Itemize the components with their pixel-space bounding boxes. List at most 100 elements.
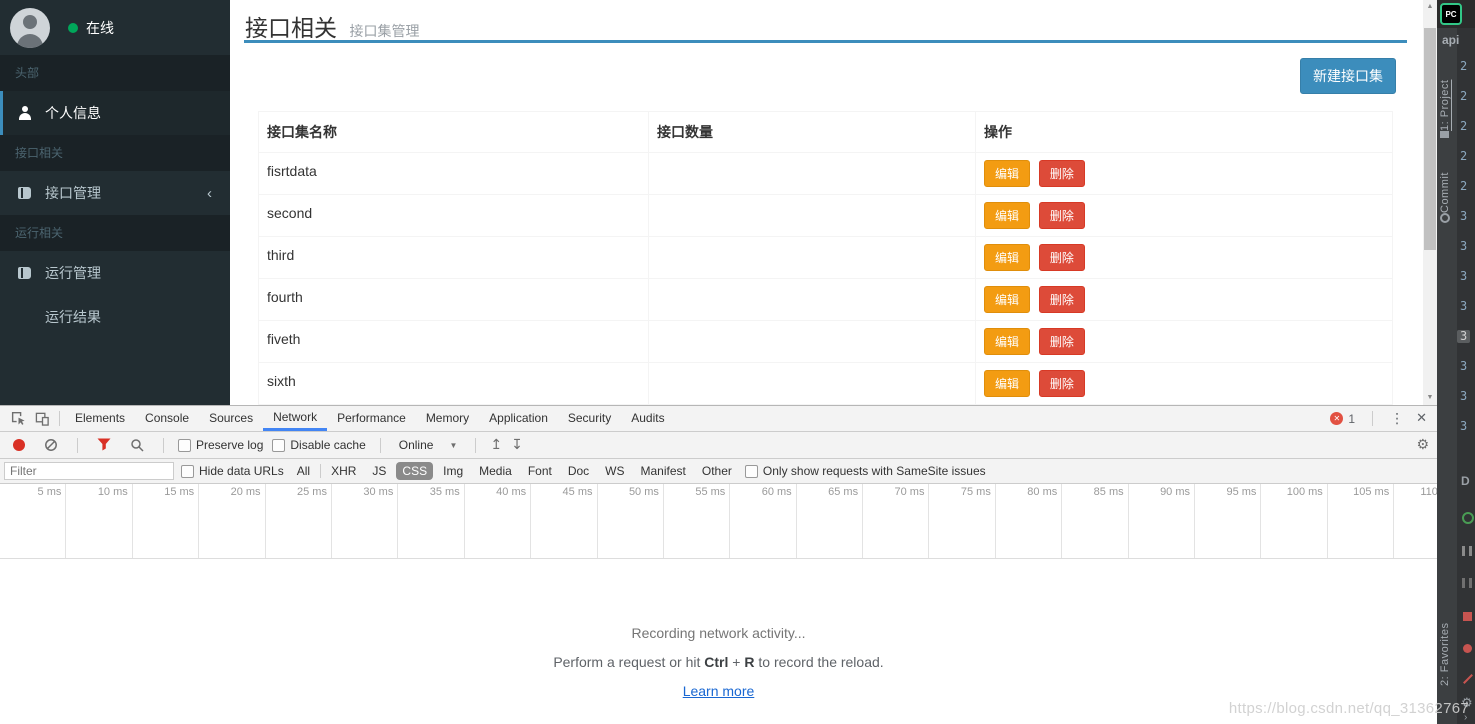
line-number: 3 [1460, 390, 1470, 403]
divider [59, 411, 60, 426]
export-har-icon[interactable]: ↧ [511, 437, 523, 453]
edit-button[interactable]: 编辑 [984, 286, 1030, 313]
pause-dim-icon[interactable] [1462, 578, 1472, 588]
devtools-tab[interactable]: Security [558, 406, 621, 431]
preserve-log-checkbox[interactable]: Preserve log [178, 438, 263, 452]
timeline-tick: 60 ms [730, 484, 796, 558]
divider [163, 438, 164, 453]
line-number: 2 [1460, 150, 1470, 163]
stop-icon[interactable] [1463, 612, 1472, 621]
sidebar-item-run-results[interactable]: 运行结果 [0, 295, 230, 339]
filter-type-pill[interactable]: All [291, 462, 316, 480]
filter-type-pill[interactable]: Other [696, 462, 738, 480]
filter-type-pill[interactable]: XHR [325, 462, 362, 480]
hide-data-urls-checkbox[interactable]: Hide data URLs [181, 464, 284, 478]
timeline-tick: 55 ms [664, 484, 730, 558]
page-title: 接口相关 [245, 15, 337, 41]
table-header-actions: 操作 [976, 112, 1392, 153]
filter-input[interactable] [4, 462, 174, 480]
samesite-checkbox[interactable]: Only show requests with SameSite issues [745, 464, 986, 478]
cell-set-name: fisrtdata [259, 153, 649, 195]
sidebar-item-profile[interactable]: 个人信息 [0, 91, 230, 135]
delete-button[interactable]: 删除 [1039, 160, 1085, 187]
cell-set-count [649, 195, 976, 237]
fiveth: fiveth 编辑 删除 [259, 321, 1392, 363]
pause-icon[interactable] [1462, 546, 1472, 556]
line-number: 3 [1460, 210, 1470, 223]
devtools-tab[interactable]: Console [135, 406, 199, 431]
sidebar-header-run: 运行相关 [0, 215, 230, 251]
import-har-icon[interactable]: ↥ [490, 437, 502, 453]
devtools-tab[interactable]: Memory [416, 406, 479, 431]
sidebar-item-api-management[interactable]: 接口管理 ‹ [0, 171, 230, 215]
cell-actions: 编辑 删除 [976, 195, 1392, 237]
edit-button[interactable]: 编辑 [984, 244, 1030, 271]
delete-button[interactable]: 删除 [1039, 202, 1085, 229]
filter-type-pill[interactable]: JS [366, 462, 392, 480]
error-icon: ✕ [1330, 412, 1343, 425]
ide-tab-favorites[interactable]: 2: Favorites [1439, 560, 1451, 686]
filter-type-pill[interactable]: Manifest [635, 462, 692, 480]
search-icon[interactable] [125, 438, 149, 453]
filter-icon[interactable] [92, 438, 116, 452]
new-interface-set-button[interactable]: 新建接口集 [1300, 58, 1396, 94]
record-button[interactable] [13, 439, 25, 451]
timeline-tick: 50 ms [598, 484, 664, 558]
rerun-icon[interactable] [1462, 512, 1474, 524]
scrollbar-thumb[interactable] [1424, 28, 1436, 250]
sidebar-header-top: 头部 [0, 55, 230, 91]
chevron-left-icon: ‹ [207, 185, 212, 202]
devtools-menu-icon[interactable]: ⋮ [1390, 411, 1404, 427]
error-badge[interactable]: ✕ 1 [1330, 412, 1355, 426]
timeline-tick: 45 ms [531, 484, 597, 558]
delete-button[interactable]: 删除 [1039, 370, 1085, 397]
learn-more-link[interactable]: Learn more [683, 683, 755, 699]
devtools-tab[interactable]: Application [479, 406, 558, 431]
devtools-tab[interactable]: Network [263, 406, 327, 431]
fourth: fourth 编辑 删除 [259, 279, 1392, 321]
line-number: 3 [1457, 330, 1470, 343]
checkbox-unchecked [181, 465, 194, 478]
sidebar-item-icon [15, 185, 35, 201]
sidebar-item-label: 运行管理 [45, 263, 101, 283]
edit-button[interactable]: 编辑 [984, 370, 1030, 397]
timeline-tick: 25 ms [266, 484, 332, 558]
main-content: 接口相关 接口集管理 新建接口集 接口集名称 接口数量 操作 fisrtdata… [230, 0, 1423, 405]
edit-button[interactable]: 编辑 [984, 160, 1030, 187]
ide-tab-project[interactable]: 1: Project [1439, 56, 1451, 142]
sidebar-item-run-management[interactable]: 运行管理 [0, 251, 230, 295]
cell-actions: 编辑 删除 [976, 363, 1392, 405]
page-scrollbar[interactable]: ▲ ▼ [1423, 0, 1437, 405]
devtools-tab[interactable]: Elements [65, 406, 135, 431]
online-status-dot [68, 23, 78, 33]
edit-button[interactable]: 编辑 [984, 202, 1030, 229]
disable-cache-checkbox[interactable]: Disable cache [272, 438, 365, 452]
fisrtdata: fisrtdata 编辑 删除 [259, 153, 1392, 195]
scroll-up-button[interactable]: ▲ [1423, 0, 1437, 14]
device-toolbar-icon[interactable] [30, 411, 54, 427]
throttling-select[interactable]: Online ▼ [395, 438, 462, 452]
scroll-down-button[interactable]: ▼ [1423, 391, 1437, 405]
delete-button[interactable]: 删除 [1039, 328, 1085, 355]
breakpoint-icon[interactable] [1463, 644, 1472, 653]
filter-type-pill[interactable]: WS [599, 462, 630, 480]
filter-type-pill[interactable]: Img [437, 462, 469, 480]
filter-type-pill[interactable]: Doc [562, 462, 595, 480]
network-settings-gear-icon[interactable]: ⚙ [1416, 437, 1429, 453]
devtools-tab[interactable]: Performance [327, 406, 416, 431]
delete-button[interactable]: 删除 [1039, 286, 1085, 313]
filter-type-pill[interactable]: Font [522, 462, 558, 480]
devtools-tab[interactable]: Audits [621, 406, 674, 431]
filter-type-pill[interactable]: CSS [396, 462, 433, 480]
edit-button[interactable]: 编辑 [984, 328, 1030, 355]
filter-type-pill[interactable]: Media [473, 462, 518, 480]
devtools-tab[interactable]: Sources [199, 406, 263, 431]
delete-button[interactable]: 删除 [1039, 244, 1085, 271]
devtools-close-icon[interactable]: ✕ [1416, 411, 1427, 426]
clear-icon[interactable] [39, 438, 63, 453]
inspect-element-icon[interactable] [6, 411, 30, 427]
ide-tab-database[interactable]: D [1461, 474, 1470, 488]
avatar[interactable] [10, 8, 50, 48]
ide-tab-commit[interactable]: Commit [1439, 158, 1451, 226]
devtools-tabs: Elements Console Sources Network Perform… [65, 406, 675, 431]
